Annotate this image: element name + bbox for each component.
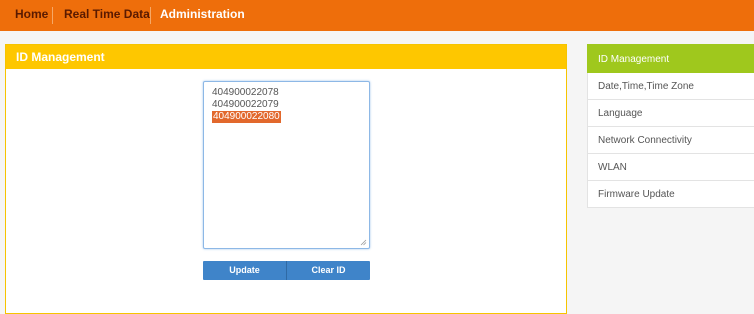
- sidebar-item-wlan[interactable]: WLAN: [587, 154, 754, 181]
- nav-home[interactable]: Home: [15, 0, 48, 31]
- nav-real-time-data[interactable]: Real Time Data: [64, 0, 150, 31]
- resize-grip-icon[interactable]: [360, 239, 367, 246]
- sidebar-item-id-management[interactable]: ID Management: [587, 44, 754, 73]
- update-button[interactable]: Update: [203, 261, 286, 280]
- sidebar-item-firmware[interactable]: Firmware Update: [587, 181, 754, 208]
- id-line: 404900022079: [212, 99, 279, 110]
- id-line-selected: 404900022080: [212, 111, 281, 123]
- clear-id-button[interactable]: Clear ID: [287, 261, 370, 280]
- sidebar-item-language[interactable]: Language: [587, 100, 754, 127]
- sidebar-item-network[interactable]: Network Connectivity: [587, 127, 754, 154]
- id-management-panel: ID Management 404900022078 404900022079 …: [5, 44, 567, 314]
- nav-divider: [150, 7, 151, 24]
- nav-administration[interactable]: Administration: [160, 0, 245, 31]
- id-textarea[interactable]: 404900022078 404900022079 404900022080: [203, 81, 370, 249]
- panel-title: ID Management: [6, 45, 566, 69]
- top-nav-bar: Home Real Time Data Administration: [0, 0, 754, 31]
- nav-divider: [52, 7, 53, 24]
- action-button-group: Update Clear ID: [203, 261, 370, 280]
- sidebar-item-date-time[interactable]: Date,Time,Time Zone: [587, 73, 754, 100]
- id-line: 404900022078: [212, 87, 279, 98]
